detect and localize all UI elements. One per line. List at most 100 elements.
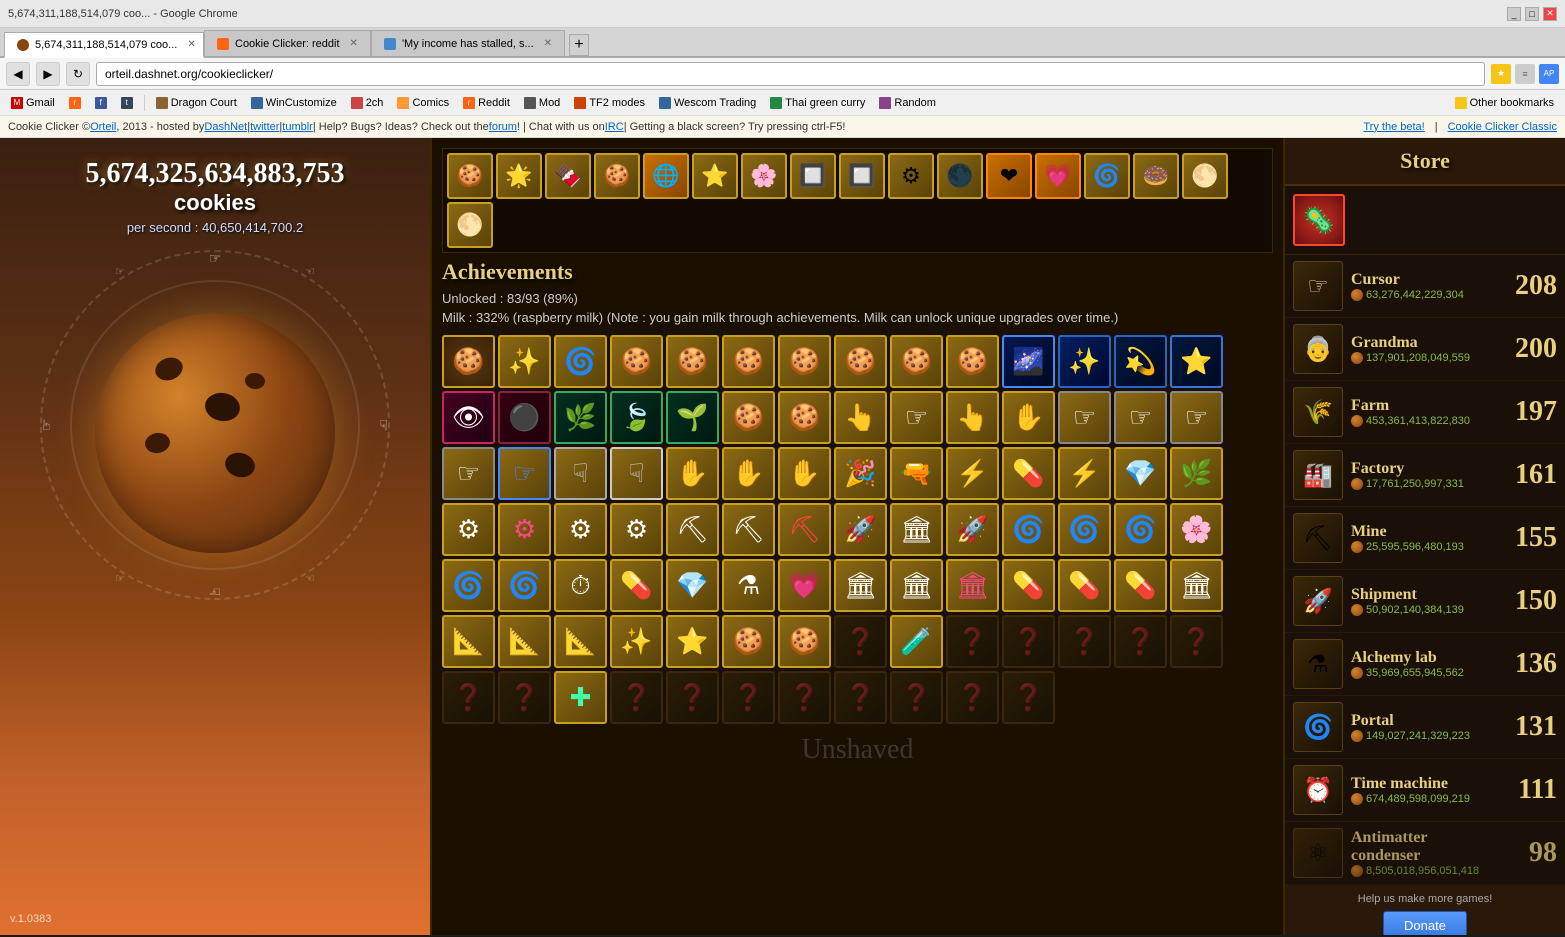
achievement-item[interactable]: 🍪 — [722, 615, 775, 668]
reload-button[interactable]: ↻ — [66, 62, 90, 86]
bookmark-reddit2[interactable]: r — [64, 95, 86, 111]
new-tab-button[interactable]: + — [569, 34, 589, 56]
info-forum-link[interactable]: forum — [489, 121, 517, 133]
achievement-item[interactable]: 🍃 — [610, 391, 663, 444]
achievement-item[interactable]: 💗 — [778, 559, 831, 612]
achievement-item[interactable]: 🌀 — [498, 559, 551, 612]
achievement-item[interactable]: ☟ — [554, 447, 607, 500]
store-item-farm[interactable]: 🌾 Farm 453,361,413,822,830 197 — [1285, 381, 1565, 444]
forward-button[interactable]: ▶ — [36, 62, 60, 86]
achievement-item[interactable]: ⏱ — [554, 559, 607, 612]
upgrade-item[interactable]: 🍫 — [545, 153, 591, 199]
tab-close-cookieclicker[interactable]: ✕ — [187, 39, 195, 50]
bookmark-wincustomize[interactable]: WinCustomize — [246, 95, 342, 111]
achievement-item[interactable]: 💊 — [610, 559, 663, 612]
achievement-item[interactable]: 🍪 — [778, 335, 831, 388]
store-item-cursor[interactable]: ☞ Cursor 63,276,442,229,304 208 — [1285, 255, 1565, 318]
store-item-timemachine[interactable]: ⏰ Time machine 674,489,598,099,219 111 — [1285, 759, 1565, 822]
achievement-item[interactable]: ✚ — [554, 671, 607, 724]
achievement-item[interactable]: ⚡ — [946, 447, 999, 500]
achievement-item[interactable]: ⛏ — [778, 503, 831, 556]
achievement-item[interactable]: 🏛 — [946, 559, 999, 612]
achievement-item[interactable]: 🌱 — [666, 391, 719, 444]
tab-income[interactable]: 'My income has stalled, s... ✕ — [371, 30, 565, 56]
achievement-item[interactable]: ⚙ — [554, 503, 607, 556]
big-cookie[interactable] — [95, 313, 335, 553]
store-item-antimatter[interactable]: ⚛ Antimatter condenser 8,505,018,956,051… — [1285, 822, 1565, 885]
tab-cookieclicker[interactable]: 5,674,311,188,514,079 coo... ✕ — [4, 32, 204, 58]
achievement-item[interactable]: 🍪 — [610, 335, 663, 388]
info-orteil-link[interactable]: Orteil — [90, 121, 116, 133]
achievement-item[interactable]: 🏛 — [834, 559, 887, 612]
store-item-shipment[interactable]: 🚀 Shipment 50,902,140,384,139 150 — [1285, 570, 1565, 633]
bookmark-tf2[interactable]: TF2 modes — [569, 95, 650, 111]
achievement-item[interactable]: 💫 — [1114, 335, 1167, 388]
store-item-grandma[interactable]: 👵 Grandma 137,901,208,049,559 200 — [1285, 318, 1565, 381]
info-twitter-link[interactable]: twitter — [250, 121, 279, 133]
achievement-item[interactable]: 🍪 — [834, 335, 887, 388]
upgrade-item[interactable]: 🍪 — [447, 153, 493, 199]
upgrade-item[interactable]: 🌕 — [1182, 153, 1228, 199]
achievement-item[interactable]: ✋ — [778, 447, 831, 500]
achievement-item[interactable]: ✋ — [1002, 391, 1055, 444]
achievement-item[interactable]: 🍪 — [946, 335, 999, 388]
achievement-item[interactable]: 👆 — [946, 391, 999, 444]
achievement-item[interactable]: 📐 — [442, 615, 495, 668]
achievement-item[interactable]: 🌌 — [1002, 335, 1055, 388]
achievement-item[interactable]: 🏛 — [1170, 559, 1223, 612]
achievement-item[interactable]: 🍪 — [442, 335, 495, 388]
upgrade-item[interactable]: ⚙ — [888, 153, 934, 199]
achievement-item[interactable]: 🌀 — [554, 335, 607, 388]
achievement-item[interactable]: ⚙ — [610, 503, 663, 556]
upgrade-item[interactable]: 🍩 — [1133, 153, 1179, 199]
achievement-item[interactable]: ☟ — [610, 447, 663, 500]
achievement-item-locked[interactable]: ❓ — [1058, 615, 1111, 668]
achievement-item[interactable]: ⚫ — [498, 391, 551, 444]
achievement-item[interactable]: 🍪 — [722, 335, 775, 388]
special-upgrade-item[interactable]: 🦠 — [1293, 194, 1345, 246]
achievement-item-locked[interactable]: ❓ — [946, 671, 999, 724]
achievement-item[interactable]: 💊 — [1002, 559, 1055, 612]
achievement-item[interactable]: 🚀 — [834, 503, 887, 556]
bookmark-gmail[interactable]: M Gmail — [6, 95, 60, 111]
achievement-item[interactable]: ⚡ — [1058, 447, 1111, 500]
achievement-item[interactable]: ⚙ — [442, 503, 495, 556]
achievement-item-locked[interactable]: ❓ — [1114, 615, 1167, 668]
tab-reddit[interactable]: Cookie Clicker: reddit ✕ — [204, 30, 371, 56]
achievement-item[interactable]: ☞ — [1114, 391, 1167, 444]
upgrade-item[interactable]: 💗 — [1035, 153, 1081, 199]
achievement-item[interactable]: ☞ — [442, 447, 495, 500]
achievement-item[interactable]: 💎 — [666, 559, 719, 612]
back-button[interactable]: ◀ — [6, 62, 30, 86]
bookmark-random[interactable]: Random — [874, 95, 941, 111]
settings-icon[interactable]: ≡ — [1515, 64, 1535, 84]
achievement-item[interactable]: 🌸 — [1170, 503, 1223, 556]
achievement-item[interactable]: 💊 — [1002, 447, 1055, 500]
achievement-item[interactable]: ☞ — [1170, 391, 1223, 444]
maximize-button[interactable]: □ — [1525, 7, 1539, 21]
achievement-item-locked[interactable]: ❓ — [1002, 615, 1055, 668]
upgrade-item[interactable]: 🌐 — [643, 153, 689, 199]
achievement-item-locked[interactable]: ❓ — [834, 615, 887, 668]
achievement-item[interactable]: ✋ — [722, 447, 775, 500]
bookmark-dragoncourt[interactable]: Dragon Court — [151, 95, 242, 111]
star-icon[interactable]: ★ — [1491, 64, 1511, 84]
upgrade-item[interactable]: 🌸 — [741, 153, 787, 199]
upgrade-item[interactable]: 🌕 — [447, 202, 493, 248]
achievement-item[interactable]: ⚙ — [498, 503, 551, 556]
achievement-item[interactable]: 💊 — [1058, 559, 1111, 612]
achievement-item[interactable]: ⛏ — [722, 503, 775, 556]
achievement-item-locked[interactable]: ❓ — [1002, 671, 1055, 724]
achievement-item[interactable]: ✨ — [498, 335, 551, 388]
achievement-item[interactable]: 🏛 — [890, 559, 943, 612]
achievement-item[interactable]: ☞ — [498, 447, 551, 500]
bookmark-tumblr[interactable]: t — [116, 95, 138, 111]
upgrade-item[interactable]: ⭐ — [692, 153, 738, 199]
achievement-item[interactable]: 🌀 — [1002, 503, 1055, 556]
close-button[interactable]: ✕ — [1543, 7, 1557, 21]
achievement-item[interactable]: 🚀 — [946, 503, 999, 556]
achievement-item-locked[interactable]: ❓ — [890, 671, 943, 724]
achievement-item[interactable]: 🍪 — [722, 391, 775, 444]
achievement-item[interactable]: 🌀 — [442, 559, 495, 612]
achievement-item[interactable]: 💊 — [1114, 559, 1167, 612]
